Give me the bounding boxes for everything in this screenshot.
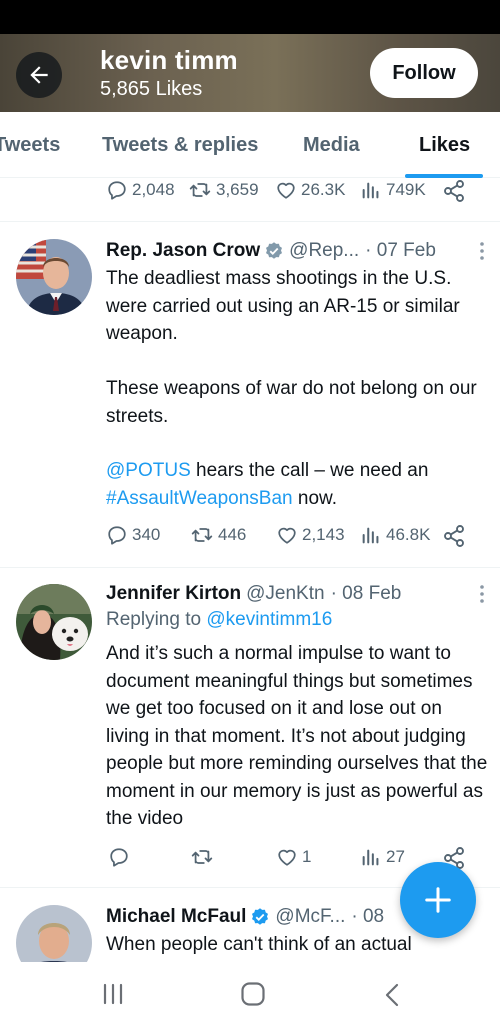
reply-icon	[108, 181, 126, 200]
tweet-text-segment: hears the call – we need an	[190, 460, 429, 481]
like-count: 2,143	[302, 525, 345, 544]
status-bar	[0, 0, 500, 34]
tweet-card[interactable]: Jennifer Kirton @JenKtn · 08 Feb Replyin…	[0, 580, 500, 885]
like-button[interactable]: 26.3K	[275, 179, 345, 201]
back-arrow-icon	[30, 66, 48, 84]
tweet-actions: 2,048 3,659 26.3K 749K	[0, 179, 500, 209]
share-button[interactable]	[442, 524, 466, 548]
reply-icon	[110, 848, 128, 867]
tweet-text: And it’s such a normal impulse to want t…	[106, 643, 488, 829]
views-icon	[362, 182, 379, 199]
author-handle[interactable]: @Rep...	[289, 240, 359, 262]
author-handle[interactable]: @McF...	[275, 906, 345, 928]
back-button[interactable]	[16, 52, 62, 98]
author-handle[interactable]: @JenKtn	[246, 583, 324, 605]
tab-tweets[interactable]: Tweets	[0, 134, 60, 157]
tweet-text-segment: now.	[292, 487, 337, 509]
tweet-header: Rep. Jason Crow @Rep... · 07 Feb	[106, 237, 486, 265]
tab-likes[interactable]: Likes	[419, 134, 470, 157]
share-icon	[444, 180, 464, 202]
replying-prefix: Replying to	[106, 609, 207, 630]
compose-button[interactable]	[400, 862, 476, 938]
replying-to: Replying to @kevintimm16	[106, 609, 332, 631]
author-name[interactable]: Rep. Jason Crow	[106, 240, 260, 262]
more-icon[interactable]	[478, 241, 486, 261]
like-icon	[277, 182, 295, 199]
hashtag-link[interactable]: #AssaultWeaponsBan	[106, 488, 293, 509]
tweet-text: The deadliest mass shootings in the U.S.…	[106, 268, 460, 344]
like-icon	[278, 527, 296, 544]
tab-tweets-replies[interactable]: Tweets & replies	[102, 134, 258, 157]
reply-button[interactable]	[108, 846, 134, 868]
active-tab-indicator	[405, 174, 483, 178]
views-icon	[362, 849, 379, 866]
tweet-actions: 340 446 2,143 46.8K	[0, 524, 500, 554]
reply-count: 2,048	[132, 180, 175, 199]
back-nav-icon[interactable]	[382, 982, 402, 1008]
reply-count: 340	[132, 525, 161, 544]
like-button[interactable]: 2,143	[276, 524, 345, 546]
views-button[interactable]: 46.8K	[360, 524, 430, 546]
retweet-count: 3,659	[216, 180, 259, 199]
like-icon	[278, 849, 296, 866]
tweet-date: · 08 Feb	[330, 583, 402, 604]
avatar[interactable]	[16, 905, 92, 962]
share-icon	[444, 525, 464, 547]
profile-header: kevin timm 5,865 Likes Follow	[0, 34, 500, 112]
verified-badge-icon	[266, 242, 283, 259]
tweet-divider	[0, 567, 500, 568]
views-count: 46.8K	[386, 525, 431, 544]
reply-button[interactable]: 2,048	[106, 179, 175, 201]
views-icon	[362, 527, 379, 544]
mention-link[interactable]: @POTUS	[106, 460, 191, 481]
like-count: 1	[302, 847, 312, 866]
verified-badge-icon	[252, 908, 269, 925]
tweet-text: @POTUS hears the call – we need an #Assa…	[106, 457, 490, 512]
avatar[interactable]	[16, 239, 92, 315]
tweet-date: · 08	[351, 906, 385, 927]
likes-count: 5,865 Likes	[100, 78, 203, 100]
system-nav-bar	[0, 962, 500, 1028]
views-button[interactable]: 749K	[360, 179, 426, 201]
retweet-count: 446	[218, 525, 247, 544]
views-count: 749K	[386, 180, 426, 199]
like-button[interactable]: 1	[276, 846, 311, 868]
avatar[interactable]	[16, 584, 92, 660]
tweet-text: These weapons of war do not belong on ou…	[106, 378, 477, 427]
reply-icon	[108, 526, 126, 545]
retweet-icon	[191, 528, 213, 542]
retweet-button[interactable]	[190, 846, 218, 868]
mention-link[interactable]: @kevintimm16	[206, 609, 332, 630]
author-name[interactable]: Jennifer Kirton	[106, 583, 241, 605]
tweet-card[interactable]: Rep. Jason Crow @Rep... · 07 Feb The dea…	[0, 237, 500, 567]
author-name[interactable]: Michael McFaul	[106, 906, 246, 928]
retweet-icon	[189, 183, 211, 197]
share-button[interactable]	[442, 179, 466, 203]
tweet-date: · 07 Feb	[365, 240, 436, 261]
follow-button[interactable]: Follow	[370, 48, 478, 98]
tweet-divider	[0, 221, 500, 222]
profile-tabs: Tweets Tweets & replies Media Likes	[0, 112, 500, 178]
views-button[interactable]: 27	[360, 846, 405, 868]
retweet-button[interactable]: 446	[190, 524, 246, 546]
home-icon[interactable]	[240, 981, 266, 1007]
retweet-button[interactable]: 3,659	[188, 179, 259, 201]
reply-button[interactable]: 340	[106, 524, 160, 546]
compose-plus-icon	[425, 887, 451, 913]
retweet-icon	[191, 850, 213, 864]
tweet-header: Jennifer Kirton @JenKtn · 08 Feb	[106, 580, 486, 608]
tab-media[interactable]: Media	[303, 134, 360, 157]
profile-name: kevin timm	[100, 45, 238, 75]
views-count: 27	[386, 847, 405, 866]
recents-icon[interactable]	[102, 982, 124, 1006]
more-icon[interactable]	[478, 584, 486, 604]
like-count: 26.3K	[301, 180, 346, 199]
